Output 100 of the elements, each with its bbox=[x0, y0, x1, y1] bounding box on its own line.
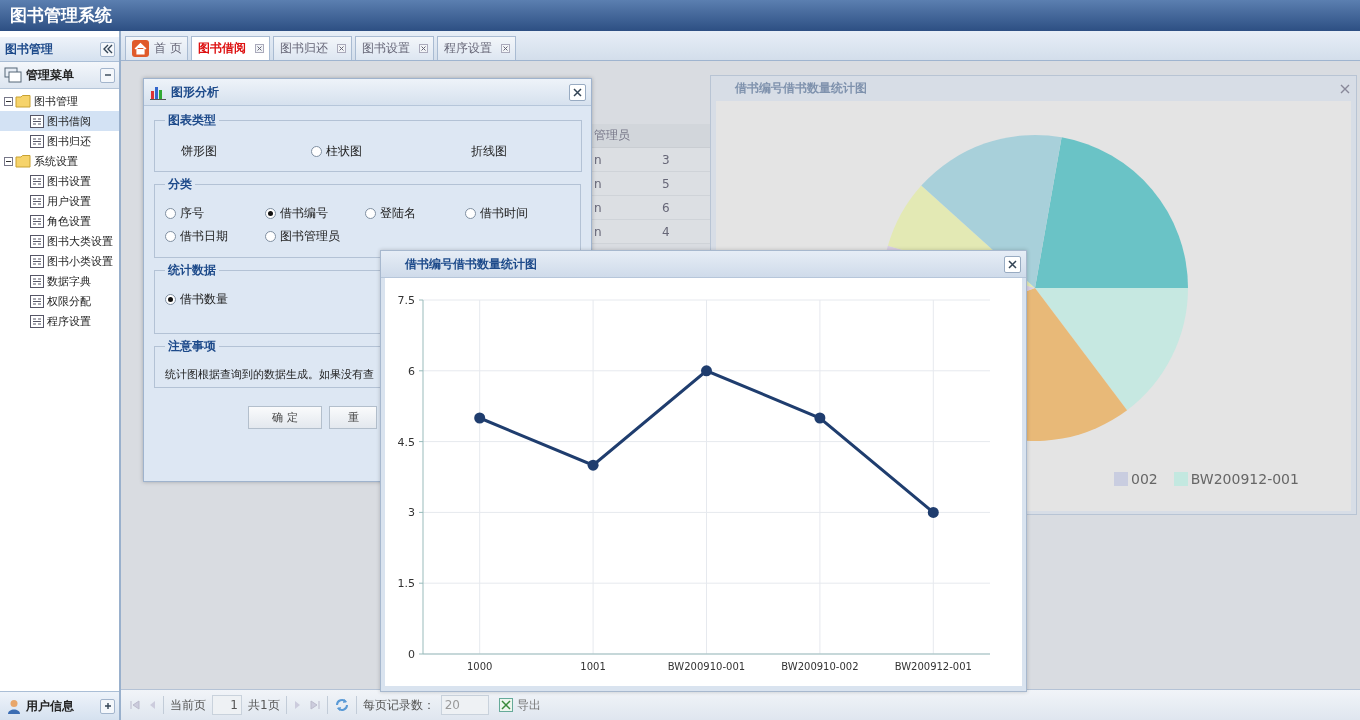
option-label[interactable]: 饼形图 bbox=[181, 143, 217, 160]
document-icon bbox=[30, 174, 44, 188]
option-label[interactable]: 折线图 bbox=[471, 143, 507, 160]
tree-folder[interactable]: 系统设置 bbox=[0, 151, 119, 171]
section-legend: 注意事项 bbox=[165, 338, 219, 355]
sidebar-title: 图书管理 bbox=[5, 40, 53, 58]
table-cell-text: 4 bbox=[661, 224, 670, 239]
tree-item[interactable]: 图书设置 bbox=[0, 171, 119, 191]
data-point bbox=[927, 506, 939, 518]
menu-title: 管理菜单 bbox=[26, 66, 75, 84]
tree-item[interactable]: 图书小类设置 bbox=[0, 251, 119, 271]
close-button[interactable] bbox=[1004, 255, 1021, 273]
axis-label: 3 bbox=[408, 506, 415, 520]
windows-icon bbox=[4, 67, 22, 83]
close-icon[interactable] bbox=[500, 44, 510, 53]
radio-icon[interactable] bbox=[465, 208, 476, 219]
legend-label: BW200912-001 bbox=[1190, 471, 1299, 487]
axis-label: 6 bbox=[408, 364, 415, 378]
radio-icon[interactable] bbox=[311, 146, 322, 157]
folder-icon bbox=[15, 154, 32, 168]
radio-option[interactable]: 柱状图 bbox=[311, 143, 471, 160]
radio-icon[interactable] bbox=[265, 231, 276, 242]
dialog-button[interactable]: 重 bbox=[329, 406, 377, 429]
axis-label: BW200912-001 bbox=[894, 661, 972, 672]
axis-label: 1000 bbox=[466, 661, 493, 672]
window-title: 借书编号借书数量统计图 bbox=[405, 255, 538, 273]
current-page-label: 当前页 bbox=[170, 696, 206, 714]
table-cell-text: n bbox=[593, 224, 603, 239]
page-size-label: 每页记录数： bbox=[362, 696, 435, 714]
plus-icon bbox=[102, 701, 113, 711]
radio-option[interactable]: 借书数量 bbox=[165, 291, 265, 308]
bar-chart-icon bbox=[150, 84, 166, 100]
dialog-title: 图形分析 bbox=[171, 83, 220, 101]
export-button[interactable]: 导出 bbox=[494, 696, 545, 714]
table-cell-text: n bbox=[593, 176, 603, 191]
axis-label: BW200910-001 bbox=[667, 661, 746, 672]
radio-option[interactable]: 借书时间 bbox=[465, 205, 565, 222]
page-field[interactable]: 1 bbox=[212, 695, 242, 715]
document-icon bbox=[30, 194, 44, 208]
document-icon bbox=[30, 254, 44, 268]
radio-option[interactable]: 借书编号 bbox=[265, 205, 365, 222]
close-icon[interactable] bbox=[418, 44, 428, 53]
spreadsheet-icon bbox=[498, 698, 513, 712]
tree-item[interactable]: 程序设置 bbox=[0, 311, 119, 331]
close-icon[interactable] bbox=[254, 44, 264, 53]
radio-icon[interactable] bbox=[265, 208, 276, 219]
tree-item[interactable]: 权限分配 bbox=[0, 291, 119, 311]
document-icon bbox=[30, 314, 44, 328]
tree-item[interactable]: 图书归还 bbox=[0, 131, 119, 151]
table-cell-text: 3 bbox=[661, 152, 670, 167]
tab[interactable]: 图书设置 bbox=[354, 36, 434, 60]
section-legend: 分类 bbox=[165, 176, 195, 193]
note-text: 统计图根据查询到的数据生成。如果没有查 bbox=[165, 367, 374, 382]
close-icon[interactable] bbox=[1340, 83, 1350, 94]
collapse-icon[interactable] bbox=[4, 156, 13, 166]
radio-option[interactable]: 借书日期 bbox=[165, 228, 265, 245]
close-icon[interactable] bbox=[336, 44, 346, 53]
collapse-button[interactable] bbox=[100, 41, 115, 57]
document-icon bbox=[30, 134, 44, 148]
radio-icon[interactable] bbox=[165, 231, 176, 242]
close-icon bbox=[573, 87, 582, 97]
tree-item[interactable]: 图书大类设置 bbox=[0, 231, 119, 251]
tab[interactable]: 图书归还 bbox=[272, 36, 352, 60]
collapse-icon[interactable] bbox=[4, 96, 13, 106]
table-cell-text: 5 bbox=[661, 176, 670, 191]
close-button[interactable] bbox=[569, 83, 586, 101]
dialog-button[interactable]: 确 定 bbox=[248, 406, 322, 429]
total-pages-label: 共1页 bbox=[248, 696, 280, 714]
collapse-button[interactable] bbox=[100, 67, 115, 83]
section-legend: 图表类型 bbox=[165, 112, 219, 129]
radio-option[interactable]: 登陆名 bbox=[365, 205, 465, 222]
close-icon bbox=[1008, 259, 1017, 269]
column-header: 管理员 bbox=[592, 124, 710, 148]
axis-label: 0 bbox=[408, 648, 415, 661]
document-icon bbox=[30, 234, 44, 248]
data-point bbox=[474, 412, 486, 424]
tab[interactable]: 程序设置 bbox=[436, 36, 516, 60]
tree-item[interactable]: 数据字典 bbox=[0, 271, 119, 291]
table-cell-text: n bbox=[593, 200, 603, 215]
radio-icon[interactable] bbox=[165, 208, 176, 219]
tab[interactable]: 图书借阅 bbox=[190, 36, 270, 60]
expand-button[interactable] bbox=[100, 698, 115, 714]
document-icon bbox=[30, 294, 44, 308]
tree-item[interactable]: 用户设置 bbox=[0, 191, 119, 211]
user-icon bbox=[7, 698, 21, 714]
tree-item[interactable]: 角色设置 bbox=[0, 211, 119, 231]
double-chevron-icon bbox=[102, 44, 113, 54]
home-icon bbox=[132, 40, 149, 57]
radio-option[interactable]: 图书管理员 bbox=[265, 228, 365, 245]
tab[interactable]: 首 页 bbox=[125, 36, 188, 60]
data-point bbox=[587, 459, 599, 471]
footer-title: 用户信息 bbox=[26, 697, 75, 715]
refresh-icon[interactable] bbox=[333, 697, 350, 713]
tree-item[interactable]: 图书借阅 bbox=[0, 111, 119, 131]
section-legend: 统计数据 bbox=[165, 262, 219, 279]
radio-option[interactable]: 序号 bbox=[165, 205, 265, 222]
tree-folder[interactable]: 图书管理 bbox=[0, 91, 119, 111]
axis-label: 7.5 bbox=[397, 294, 415, 307]
radio-icon[interactable] bbox=[165, 294, 176, 305]
radio-icon[interactable] bbox=[365, 208, 376, 219]
